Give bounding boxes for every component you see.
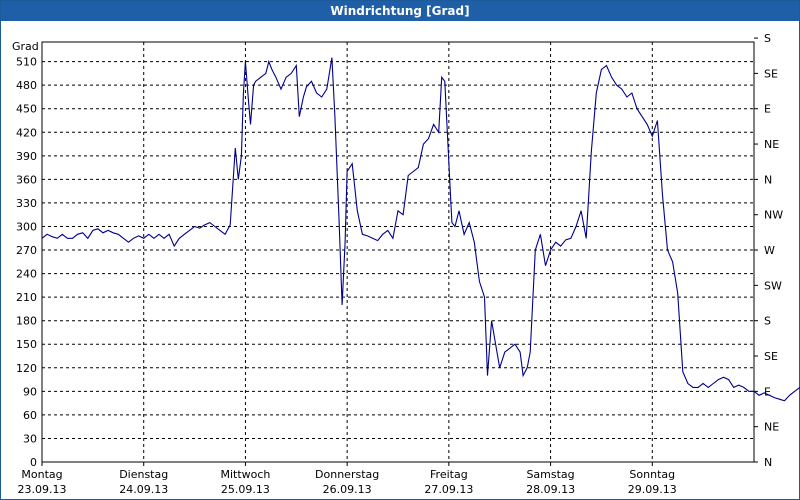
y-tick-label: 420 bbox=[16, 126, 37, 139]
x-tick-date: 25.09.13 bbox=[221, 483, 270, 496]
right-tick-label: E bbox=[764, 103, 771, 116]
y-tick-label: 480 bbox=[16, 79, 37, 92]
right-tick-label: SE bbox=[764, 350, 778, 363]
y-tick-label: 60 bbox=[23, 409, 37, 422]
y-tick-label: 210 bbox=[16, 291, 37, 304]
y-tick-label: 270 bbox=[16, 244, 37, 257]
y-tick-label: 240 bbox=[16, 268, 37, 281]
y-tick-label: 450 bbox=[16, 103, 37, 116]
x-tick-day: Sonntag bbox=[629, 468, 675, 481]
x-tick-date: 29.09.13 bbox=[628, 483, 677, 496]
y-tick-label: 390 bbox=[16, 150, 37, 163]
x-tick-date: 26.09.13 bbox=[323, 483, 372, 496]
y-axis-label: Grad bbox=[12, 40, 39, 53]
right-tick-label: SE bbox=[764, 67, 778, 80]
y-tick-label: 300 bbox=[16, 220, 37, 233]
y-tick-label: 90 bbox=[23, 385, 37, 398]
x-tick-day: Mittwoch bbox=[220, 468, 270, 481]
right-tick-label: S bbox=[764, 315, 771, 328]
y-tick-label: 510 bbox=[16, 56, 37, 69]
x-tick-day: Dienstag bbox=[119, 468, 168, 481]
x-tick-date: 27.09.13 bbox=[424, 483, 473, 496]
right-tick-label: N bbox=[764, 456, 772, 469]
x-tick-date: 24.09.13 bbox=[119, 483, 168, 496]
y-tick-label: 120 bbox=[16, 362, 37, 375]
right-tick-label: NE bbox=[764, 421, 779, 434]
right-tick-label: NW bbox=[764, 209, 783, 222]
right-tick-label: SW bbox=[764, 279, 782, 292]
right-tick-label: NE bbox=[764, 138, 779, 151]
y-tick-label: 360 bbox=[16, 173, 37, 186]
x-tick-day: Montag bbox=[21, 468, 62, 481]
x-tick-day: Samstag bbox=[526, 468, 574, 481]
y-tick-label: 180 bbox=[16, 315, 37, 328]
right-tick-label: W bbox=[764, 244, 775, 257]
x-tick-day: Donnerstag bbox=[315, 468, 379, 481]
plot-area bbox=[41, 41, 755, 463]
x-tick-day: Freitag bbox=[430, 468, 468, 481]
y-tick-label: 30 bbox=[23, 432, 37, 445]
x-tick-date: 28.09.13 bbox=[526, 483, 575, 496]
wind-direction-chart: Grad 03060901201501802102402703003303603… bbox=[12, 32, 800, 496]
right-tick-label: N bbox=[764, 173, 772, 186]
y-tick-label: 330 bbox=[16, 197, 37, 210]
x-tick-date: 23.09.13 bbox=[18, 483, 67, 496]
right-tick-label: E bbox=[764, 385, 771, 398]
y-tick-label: 150 bbox=[16, 338, 37, 351]
right-tick-label: S bbox=[764, 32, 771, 45]
